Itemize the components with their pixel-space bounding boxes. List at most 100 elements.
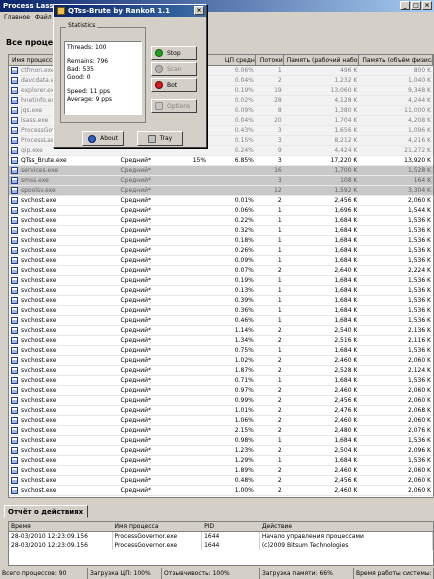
tray-button[interactable]: Tray [137, 131, 183, 146]
process-mem-ws: 4,128 K [334, 97, 358, 104]
table-row[interactable]: svchost.exe Средний* 0.19% 1 1,684 K 1,536 K [9, 276, 433, 286]
process-threads: 2 [277, 427, 282, 434]
table-row[interactable]: QTss_Brute.exe Средний* 15% 6.85% 3 17,220 K 1… [9, 156, 433, 166]
table-row[interactable]: svchost.exe Средний* 1.29% 1 1,684 K 1,536 K [9, 456, 433, 466]
table-row[interactable]: svchost.exe Средний* 0.26% 1 1,684 K 1,536 K [9, 246, 433, 256]
process-cpu [172, 276, 208, 285]
process-threads: 1 [277, 347, 282, 354]
table-row[interactable]: spoolsv.exe Средний* 12 1,592 K 3,304 K [9, 186, 433, 196]
table-row[interactable]: services.exe Средний* 16 1,700 K 1,528 K [9, 166, 433, 176]
about-button[interactable]: About [82, 131, 124, 146]
table-row[interactable]: svchost.exe Средний* 1.89% 2 2,460 K 2,060 K [9, 466, 433, 476]
process-threads: 2 [277, 447, 282, 454]
process-cpu-avg: 0.99% [234, 397, 254, 404]
process-threads: 3 [277, 157, 282, 164]
tab-action-log[interactable]: Отчёт о действиях [4, 505, 88, 518]
process-mem-priv: 4,216 K [407, 137, 431, 144]
table-row[interactable]: svchost.exe Средний* 1.00% 2 2,460 K 2,060 K [9, 486, 433, 496]
table-row[interactable]: svchost.exe Средний* 0.32% 1 1,684 K 1,536 K [9, 226, 433, 236]
process-cpu-avg: 0.01% [234, 197, 254, 204]
log-col-action[interactable]: Действие [260, 522, 433, 531]
process-cpu-avg: 0.07% [234, 267, 254, 274]
table-row[interactable]: svchost.exe Средний* 0.99% 2 2,456 K 2,060 K [9, 396, 433, 406]
process-mem-priv: 2,060 K [407, 487, 431, 494]
minimize-button[interactable]: _ [400, 1, 410, 10]
table-row[interactable]: svchost.exe Средний* 1.02% 2 2,460 K 2,060 K [9, 356, 433, 366]
process-mem-ws: 2,456 K [334, 477, 358, 484]
col-mem-priv[interactable]: Память (объём физиса... [359, 55, 433, 65]
col-mem-ws[interactable]: Память (рабочий набор) [284, 55, 360, 65]
process-cpu [172, 166, 208, 175]
table-row[interactable]: svchost.exe Средний* 0.36% 1 1,684 K 1,536 K [9, 306, 433, 316]
table-row[interactable]: svchost.exe Средний* 0.18% 1 1,684 K 1,536 K [9, 236, 433, 246]
table-row[interactable]: svchost.exe Средний* 0.98% 1 1,684 K 1,536 K [9, 436, 433, 446]
process-cpu-avg: 0.43% [234, 127, 254, 134]
table-row[interactable]: svchost.exe Средний* 0.01% 2 2,456 K 2,060 K [9, 196, 433, 206]
options-button[interactable]: Options [151, 99, 197, 113]
process-cpu [172, 256, 208, 265]
process-mem-priv: 1,536 K [407, 227, 431, 234]
table-row[interactable]: svchost.exe Средний* 1.06% 2 2,460 K 2,060 K [9, 416, 433, 426]
log-time: 28-03/2010 12:23:09.156 [9, 532, 113, 541]
table-row[interactable]: svchost.exe Средний* 1.34% 2 2,516 K 2,116 K [9, 336, 433, 346]
bot-button[interactable]: Bot [151, 78, 197, 92]
table-row[interactable]: svchost.exe Средний* 0.22% 1 1,684 K 1,536 K [9, 216, 433, 226]
scan-button[interactable]: Scan [151, 62, 197, 76]
process-priority: Средний* [120, 357, 152, 364]
process-mem-ws: 1,684 K [334, 217, 358, 224]
process-mem-ws: 2,504 K [334, 447, 358, 454]
stop-icon [155, 49, 163, 57]
log-col-time[interactable]: Время [9, 522, 113, 531]
menu-item-main[interactable]: Главное [4, 12, 30, 23]
table-row[interactable]: svchost.exe Средний* 0.71% 1 1,684 K 1,536 K [9, 376, 433, 386]
process-cpu [172, 356, 208, 365]
process-name-text: svchost.exe [21, 266, 57, 274]
process-priority: Средний* [120, 247, 152, 254]
col-cpu-avg[interactable]: ЦП средн [208, 55, 256, 65]
table-row[interactable]: svchost.exe Средний* 0.46% 1 1,684 K 1,536 K [9, 316, 433, 326]
table-row[interactable]: svchost.exe Средний* 0.09% 1 1,684 K 1,536 K [9, 256, 433, 266]
table-row[interactable]: svchost.exe Средний* 0.07% 2 2,640 K 2,224 K [9, 266, 433, 276]
process-mem-priv: 1,536 K [407, 377, 431, 384]
process-icon [11, 357, 18, 364]
table-row[interactable]: svchost.exe Средний* 2.15% 2 2,480 K 2,076 K [9, 426, 433, 436]
table-row[interactable]: svchost.exe Средний* 0.75% 1 1,684 K 1,536 K [9, 346, 433, 356]
table-row[interactable]: svchost.exe Средний* 0.13% 1 1,684 K 1,536 K [9, 286, 433, 296]
process-name: svchost.exe [9, 486, 118, 495]
col-threads[interactable]: Потоки [256, 55, 284, 65]
log-col-process[interactable]: Имя процесса [113, 522, 203, 531]
menu-item-file[interactable]: Файл [35, 12, 52, 23]
table-row[interactable]: svchost.exe Средний* 1.14% 2 2,540 K 2,136 K [9, 326, 433, 336]
process-mem-priv: 1,536 K [407, 347, 431, 354]
close-button[interactable]: × [422, 1, 432, 10]
action-log-table[interactable]: Время Имя процесса PID Действие 28-03/20… [8, 521, 434, 566]
process-name: svchost.exe [9, 246, 118, 255]
process-mem-ws: 2,456 K [334, 397, 358, 404]
table-row[interactable]: smss.exe Средний* 3 108 K 164 K [9, 176, 433, 186]
stop-button[interactable]: Stop [151, 46, 197, 60]
process-icon [11, 107, 18, 114]
table-row[interactable]: svchost.exe Средний* 0.97% 2 2,460 K 2,060 K [9, 386, 433, 396]
table-row[interactable]: svchost.exe Средний* 1.52%11,684 K1,536 K [9, 496, 433, 498]
process-name: svchost.exe [9, 326, 118, 335]
log-row[interactable]: 28-03/2010 12:23:09.156 ProcessGovernor.… [9, 532, 433, 541]
table-row[interactable]: svchost.exe Средний* 1.23% 2 2,504 K 2,096 K [9, 446, 433, 456]
table-row[interactable]: svchost.exe Средний* 1.01% 2 2,476 K 2,068 K [9, 406, 433, 416]
table-row[interactable]: svchost.exe Средний* 0.39% 1 1,684 K 1,536 K [9, 296, 433, 306]
log-row[interactable]: 28-03/2010 12:23:09.156 ProcessGovernor.… [9, 541, 433, 550]
table-row[interactable]: svchost.exe Средний* 0.06% 1 1,696 K 1,544 K [9, 206, 433, 216]
process-mem-priv: 1,544 K [407, 207, 431, 214]
maximize-button[interactable]: □ [411, 1, 421, 10]
process-icon [11, 157, 18, 164]
table-row[interactable]: svchost.exe Средний* 0.48% 2 2,456 K 2,060 K [9, 476, 433, 486]
dialog-title-bar[interactable]: QTss-Brute by RankoR 1.1 × [54, 5, 206, 17]
process-cpu [172, 446, 208, 455]
process-name-text: svchost.exe [21, 486, 57, 494]
process-cpu-avg: 0.18% [234, 237, 254, 244]
process-cpu [172, 246, 208, 255]
process-icon [11, 467, 18, 474]
process-name: svchost.exe [9, 256, 118, 265]
dialog-close-button[interactable]: × [194, 6, 204, 15]
table-row[interactable]: svchost.exe Средний* 1.87% 2 2,528 K 2,124 K [9, 366, 433, 376]
log-col-pid[interactable]: PID [202, 522, 260, 531]
